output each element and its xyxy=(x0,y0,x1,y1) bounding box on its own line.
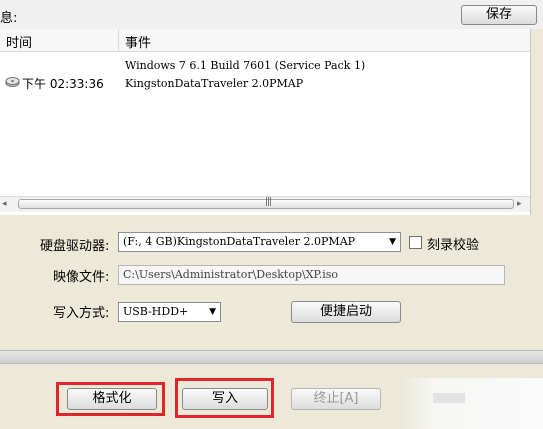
column-header-event[interactable]: 事件 xyxy=(125,32,151,51)
progress-bar xyxy=(0,350,543,364)
verify-label[interactable]: 刻录校验 xyxy=(427,234,479,253)
horizontal-scrollbar[interactable]: ◂ ||| ▸ xyxy=(0,196,530,212)
image-file-input[interactable]: C:\Users\Administrator\Desktop\XP.iso xyxy=(118,265,505,285)
format-highlight-box xyxy=(56,382,165,416)
watermark-mark xyxy=(433,393,465,403)
write-mode-value: USB-HDD+ xyxy=(123,305,189,318)
scroll-right-arrow-icon[interactable]: ▸ xyxy=(517,199,522,209)
log-row-event: Windows 7 6.1 Build 7601 (Service Pack 1… xyxy=(125,59,366,72)
log-header: 时间 事件 xyxy=(0,29,530,52)
log-row-event: KingstonDataTraveler 2.0PMAP xyxy=(125,77,304,90)
scrollbar-grip-icon: ||| xyxy=(265,197,272,207)
save-button[interactable]: 保存 xyxy=(461,5,537,25)
write-mode-select[interactable]: USB-HDD+ ▼ xyxy=(118,302,221,322)
write-mode-label: 写入方式: xyxy=(53,306,110,321)
disk-icon xyxy=(5,77,20,87)
drive-select[interactable]: (F:, 4 GB)KingstonDataTraveler 2.0PMAP ▼ xyxy=(118,232,401,252)
column-divider[interactable] xyxy=(118,29,119,51)
log-panel: 时间 事件 Windows 7 6.1 Build 7601 (Service … xyxy=(0,29,531,215)
write-highlight-box xyxy=(175,378,274,418)
chevron-down-icon[interactable]: ▼ xyxy=(389,233,396,251)
message-label: 息: xyxy=(0,11,18,26)
verify-checkbox[interactable] xyxy=(409,236,422,249)
scroll-left-arrow-icon[interactable]: ◂ xyxy=(2,199,7,209)
chevron-down-icon[interactable]: ▼ xyxy=(209,303,216,321)
scrollbar-thumb[interactable]: ||| xyxy=(18,197,514,209)
image-file-label: 映像文件: xyxy=(53,270,110,285)
quick-boot-button[interactable]: 便捷启动 xyxy=(291,301,401,323)
column-header-time[interactable]: 时间 xyxy=(6,32,32,51)
stop-button[interactable]: 终止[A] xyxy=(291,388,381,410)
drive-label: 硬盘驱动器: xyxy=(40,239,110,254)
log-row-time: 下午 02:33:36 xyxy=(22,77,104,91)
drive-select-value: (F:, 4 GB)KingstonDataTraveler 2.0PMAP xyxy=(123,235,356,248)
watermark-overlay xyxy=(400,378,543,429)
